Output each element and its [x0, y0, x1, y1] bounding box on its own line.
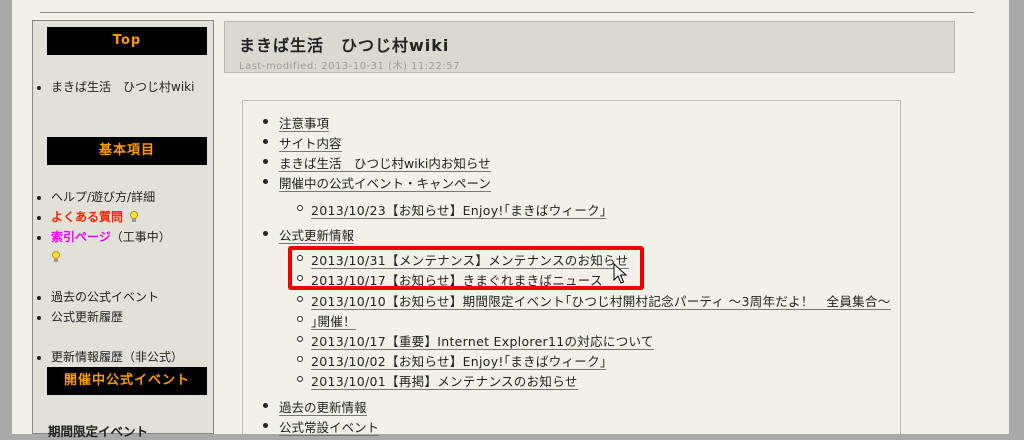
sidebar-extra-list: 過去の公式イベント 公式更新履歴: [37, 287, 216, 327]
sidebar-item-help[interactable]: ヘルプ/遊び方/詳細: [51, 187, 216, 207]
sidebar-item-index[interactable]: 索引ページ（工事中）: [51, 227, 216, 267]
sidebar-item-wiki-top[interactable]: まきば生活 ひつじ村wiki: [51, 77, 201, 97]
list-item[interactable]: 公式常設イベント: [262, 417, 380, 436]
lightbulb-icon: [129, 211, 139, 223]
list-item[interactable]: 開催中の公式イベント・キャンペーン: [263, 173, 491, 192]
top-strip: [40, 0, 974, 12]
list-item[interactable]: 2013/10/17【重要】Internet Explorer11の対応について: [297, 331, 654, 350]
sidebar: Top まきば生活 ひつじ村wiki 基本項目 ヘルプ/遊び方/詳細 よくある質…: [32, 20, 214, 434]
sidebar-item-official-history[interactable]: 公式更新履歴: [51, 307, 216, 327]
highlight-box: [288, 246, 644, 290]
lightbulb-icon: [51, 251, 61, 263]
sidebar-event-text: 期間限定イベント: [48, 424, 149, 439]
sidebar-top-list: まきば生活 ひつじ村wiki: [37, 77, 201, 97]
sidebar-item-update-history[interactable]: 更新情報履歴（非公式）: [51, 347, 216, 367]
list-item[interactable]: 2013/10/23【お知らせ】Enjoy!｢まきばウィーク｣: [296, 200, 607, 219]
list-item[interactable]: 2013/10/02【お知らせ】Enjoy!｢まきばウィーク｣: [296, 351, 607, 370]
mouse-cursor-icon: [613, 263, 627, 284]
sidebar-heading-basic: 基本項目: [47, 137, 207, 165]
list-item[interactable]: 2013/10/10【お知らせ】期間限定イベント｢ひつじ村開村記念パーティ ～3…: [297, 291, 891, 310]
list-item[interactable]: 注意事項: [262, 113, 330, 132]
sidebar-item-faq[interactable]: よくある質問: [51, 207, 216, 227]
list-item[interactable]: 過去の更新情報: [263, 397, 367, 416]
sidebar-basic-list: ヘルプ/遊び方/詳細 よくある質問 索引ページ（工事中）: [37, 187, 216, 267]
sidebar-heading-top: Top: [47, 27, 207, 55]
sidebar-item-index-note: （工事中）: [110, 230, 171, 244]
top-divider: [40, 12, 974, 13]
page-header: まきば生活 ひつじ村wiki Last-modified: 2013-10-31…: [224, 21, 955, 73]
sidebar-history-list: 更新情報履歴（非公式）: [37, 347, 216, 367]
page-title: まきば生活 ひつじ村wiki: [239, 36, 450, 55]
list-item[interactable]: 2013/10/01【再掲】メンテナンスのお知らせ: [297, 371, 578, 390]
right-margin: [1009, 0, 1024, 434]
sidebar-heading-events: 開催中公式イベント: [47, 367, 207, 395]
list-item[interactable]: サイト内容: [263, 133, 342, 152]
list-item[interactable]: まきば生活 ひつじ村wiki内お知らせ: [263, 153, 491, 172]
last-modified: Last-modified: 2013-10-31 (木) 11:22:57: [239, 61, 460, 72]
list-item[interactable]: 公式更新情報: [262, 225, 355, 244]
list-item-continuation[interactable]: ｣開催！: [297, 311, 356, 330]
sidebar-item-past-events[interactable]: 過去の公式イベント: [51, 287, 216, 307]
